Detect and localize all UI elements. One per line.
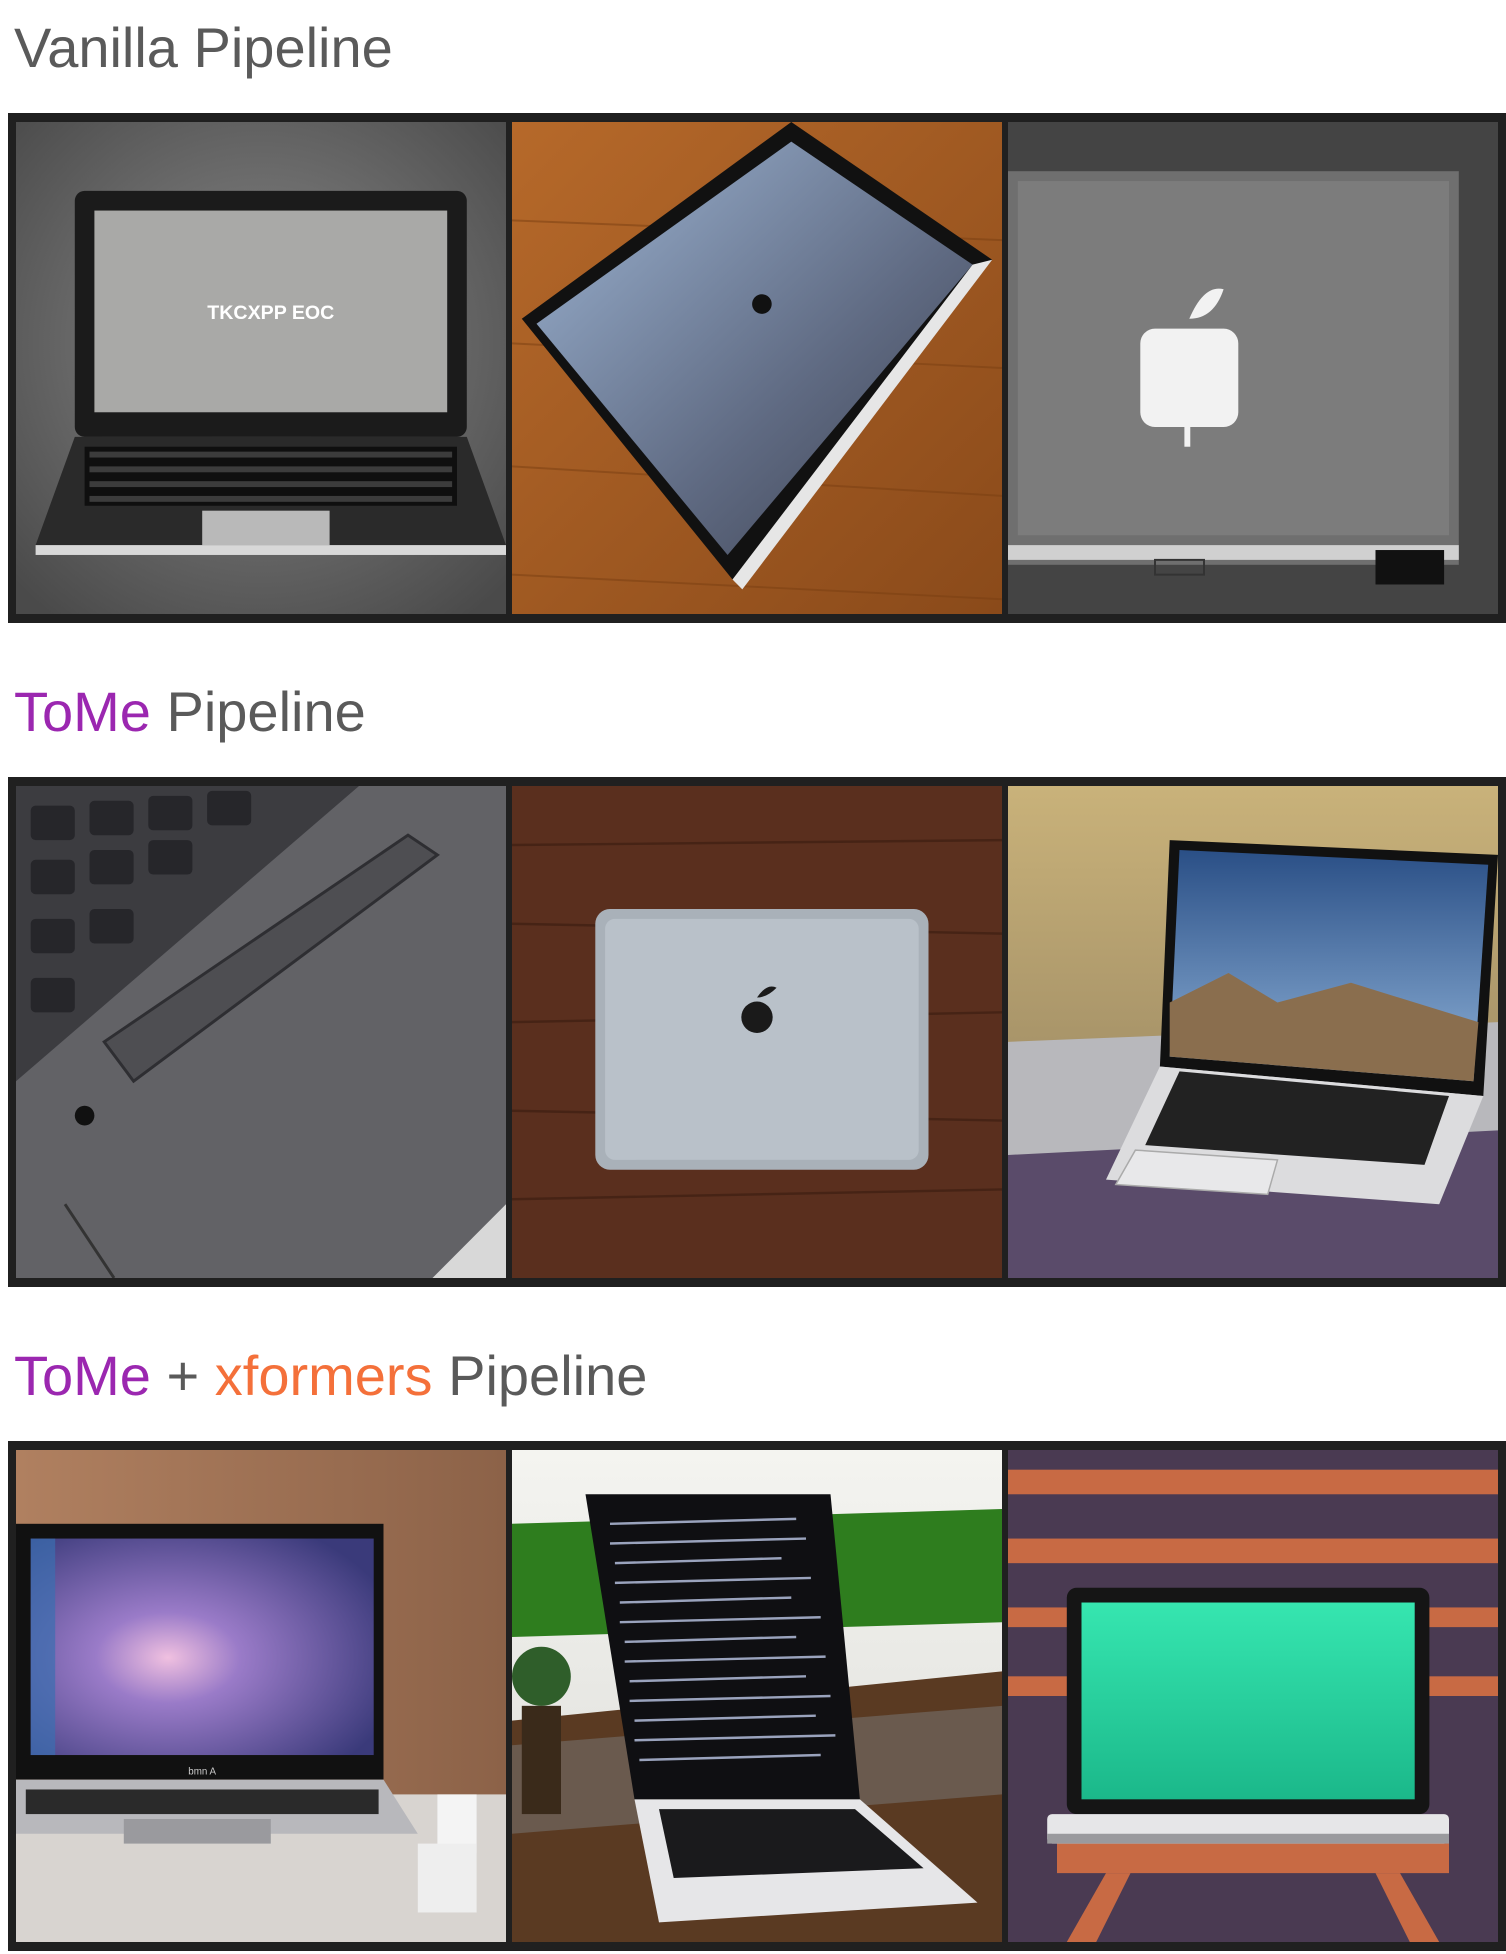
generated-image — [512, 122, 1002, 614]
generated-image — [16, 786, 506, 1278]
laptop-image: bmn A — [16, 1450, 506, 1942]
generated-image: bmn A — [16, 1450, 506, 1942]
generated-image: TKCXPP EOC — [16, 122, 506, 614]
generated-image — [512, 1450, 1002, 1942]
laptop-image — [1008, 122, 1498, 614]
section-title: ToMe Pipeline — [14, 680, 366, 744]
laptop-image — [512, 122, 1002, 614]
laptop-image — [512, 786, 1002, 1278]
laptop-image — [16, 786, 506, 1278]
image-grid: bmn A — [8, 1441, 1506, 1951]
section-title: ToMe + xformers Pipeline — [14, 1344, 647, 1408]
image-grid — [8, 777, 1506, 1287]
generated-image — [1008, 786, 1498, 1278]
generated-image — [512, 786, 1002, 1278]
screen-text: bmn A — [188, 1767, 216, 1778]
screen-text: TKCXPP EOC — [207, 302, 334, 324]
section-title: Vanilla Pipeline — [14, 16, 393, 80]
laptop-image — [1008, 1450, 1498, 1942]
title-part: ToMe — [14, 680, 151, 743]
title-part: Vanilla Pipeline — [14, 16, 393, 79]
laptop-image: TKCXPP EOC — [16, 122, 506, 614]
title-part: xformers — [214, 1344, 433, 1407]
title-part: + — [150, 1344, 215, 1407]
image-grid: TKCXPP EOC — [8, 113, 1506, 623]
title-part: Pipeline — [432, 1344, 648, 1407]
laptop-image — [512, 1450, 1002, 1942]
laptop-image — [1008, 786, 1498, 1278]
generated-image — [1008, 1450, 1498, 1942]
title-part: ToMe — [14, 1344, 151, 1407]
title-part: Pipeline — [150, 680, 366, 743]
generated-image — [1008, 122, 1498, 614]
